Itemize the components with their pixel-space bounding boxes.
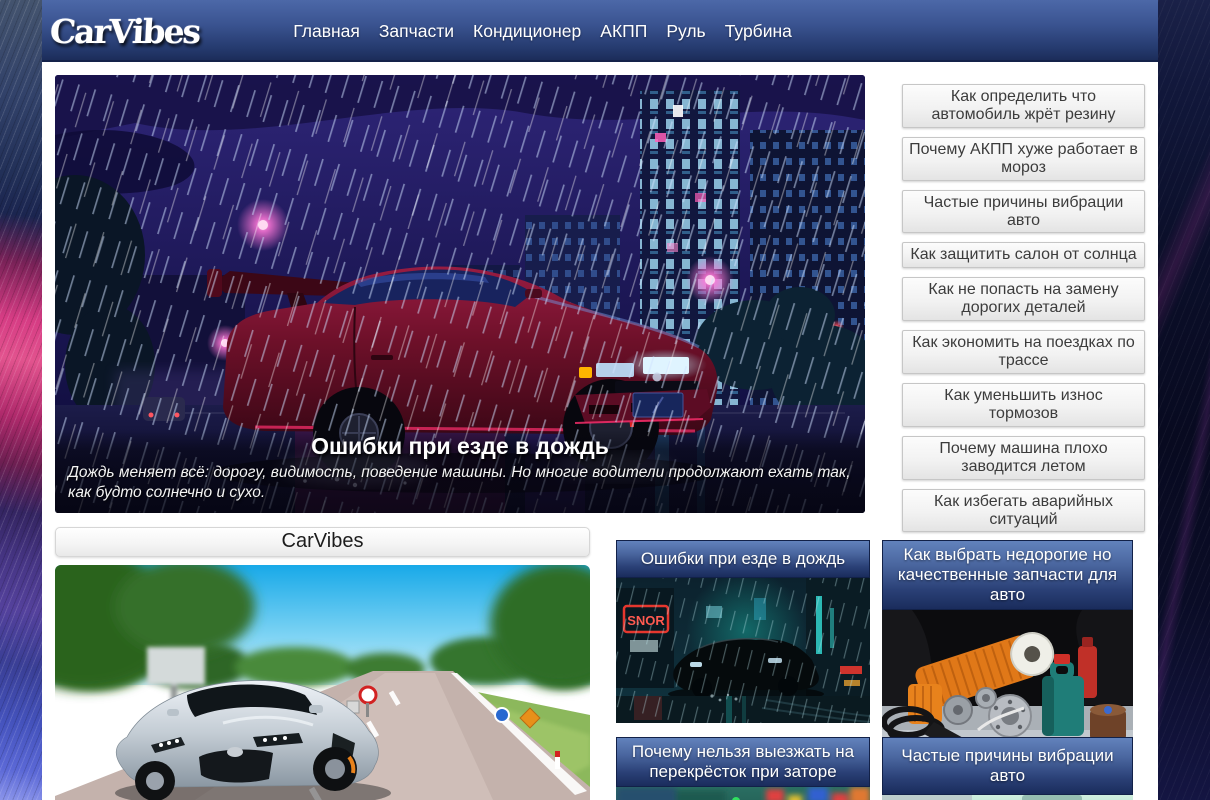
card-cheap-parts[interactable]: Как выбрать недорогие но качественные за… — [882, 540, 1133, 758]
sidebar-item-tyre-wear[interactable]: Как определить что автомобиль жрёт резин… — [902, 84, 1145, 128]
auto-parts-illustration — [882, 610, 1133, 758]
nav-item-glavnaya[interactable]: Главная — [293, 21, 360, 42]
feature-image-highway-car[interactable] — [55, 565, 590, 800]
hero-subtitle: Дождь меняет всё: дорогу, видимость, пов… — [68, 463, 852, 503]
sidebar-item-expensive-parts[interactable]: Как не попасть на замену дорогих деталей — [902, 277, 1145, 321]
hero-title: Ошибки при езде в дождь — [68, 433, 852, 460]
intersection-illustration — [616, 787, 870, 800]
sidebar-item-akpp-frost[interactable]: Почему АКПП хуже работает в мороз — [902, 137, 1145, 181]
content-wrapper: CarVibes Главная Запчасти Кондиционер АК… — [42, 0, 1158, 800]
card-vibration-causes-title[interactable]: Частые причины вибрации авто — [882, 737, 1133, 795]
card-rain-mistakes[interactable]: Ошибки при езде в дождь SNOR — [616, 540, 870, 723]
site-logo[interactable]: CarVibes — [49, 12, 200, 51]
rainy-street-illustration: SNOR — [616, 578, 870, 723]
background-left-streaks — [0, 0, 42, 800]
sidebar-item-summer-start[interactable]: Почему машина плохо заводится летом — [902, 436, 1145, 480]
card-cheap-parts-title[interactable]: Как выбрать недорогие но качественные за… — [882, 540, 1133, 610]
sidebar-article-list: Как определить что автомобиль жрёт резин… — [902, 84, 1145, 541]
sidebar-item-vibration[interactable]: Частые причины вибрации авто — [902, 190, 1145, 234]
nav-item-turbina[interactable]: Турбина — [725, 21, 792, 42]
sidebar-item-avoid-accidents[interactable]: Как избегать аварийных ситуаций — [902, 489, 1145, 533]
sidebar-item-brake-wear[interactable]: Как уменьшить износ тормозов — [902, 383, 1145, 427]
background-right-streaks — [1158, 0, 1210, 800]
sidebar-item-highway-economy[interactable]: Как экономить на поездках по трассе — [902, 330, 1145, 374]
section-title-bar[interactable]: CarVibes — [55, 527, 590, 557]
card-rain-mistakes-title[interactable]: Ошибки при езде в дождь — [616, 540, 870, 578]
sidebar-item-sun-protection[interactable]: Как защитить салон от солнца — [902, 242, 1145, 268]
card-cheap-parts-image[interactable] — [882, 610, 1133, 758]
main-nav: Главная Запчасти Кондиционер АКПП Руль Т… — [293, 21, 792, 42]
card-vibration-causes-image[interactable] — [882, 795, 1133, 800]
steering-wheel-illustration — [882, 795, 1133, 800]
card-rain-mistakes-image[interactable]: SNOR — [616, 578, 870, 723]
nav-item-rul[interactable]: Руль — [666, 21, 705, 42]
hero-caption: Ошибки при езде в дождь Дождь меняет всё… — [55, 430, 865, 513]
navbar: CarVibes Главная Запчасти Кондиционер АК… — [42, 0, 1158, 62]
card-vibration-causes[interactable]: Частые причины вибрации авто — [882, 737, 1133, 800]
card-intersection-jam-image[interactable] — [616, 787, 870, 800]
nav-item-zapchasti[interactable]: Запчасти — [379, 21, 454, 42]
card-intersection-jam-title[interactable]: Почему нельзя выезжать на перекрёсток пр… — [616, 737, 870, 787]
highway-illustration — [55, 565, 590, 800]
card-intersection-jam[interactable]: Почему нельзя выезжать на перекрёсток пр… — [616, 737, 870, 800]
hero-article-banner[interactable]: Ошибки при езде в дождь Дождь меняет всё… — [55, 75, 865, 513]
nav-item-kondicioner[interactable]: Кондиционер — [473, 21, 581, 42]
nav-item-akpp[interactable]: АКПП — [600, 21, 647, 42]
